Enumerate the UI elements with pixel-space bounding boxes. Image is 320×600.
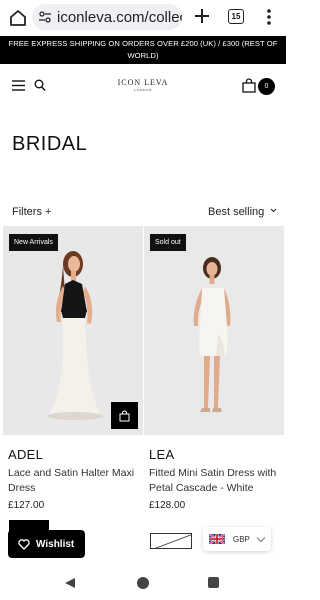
site-logo[interactable]: ICON LEVA LONDON bbox=[100, 78, 186, 92]
browser-toolbar: iconleva.com/collec 15 bbox=[0, 0, 286, 36]
currency-label: GBP bbox=[233, 534, 250, 544]
product-name[interactable]: LEA bbox=[144, 447, 284, 462]
kebab-icon[interactable] bbox=[264, 7, 274, 27]
back-icon[interactable] bbox=[64, 577, 76, 589]
tune-icon[interactable] bbox=[38, 10, 52, 24]
logo-main-text: ICON LEVA bbox=[117, 78, 169, 87]
product-badge: Sold out bbox=[150, 234, 186, 251]
system-navigation-bar bbox=[0, 565, 286, 600]
color-swatch-sold-out[interactable] bbox=[150, 533, 192, 549]
wishlist-button[interactable]: Wishlist bbox=[8, 530, 85, 558]
product-description[interactable]: Lace and Satin Halter Maxi Dress bbox=[3, 466, 143, 496]
cart-count-badge[interactable]: 0 bbox=[258, 78, 275, 95]
dress-photo-lea bbox=[144, 226, 284, 435]
site-header: ICON LEVA LONDON 0 bbox=[0, 64, 286, 108]
menu-icon[interactable] bbox=[12, 80, 25, 91]
sort-dropdown[interactable]: Best selling bbox=[208, 206, 277, 218]
url-text: iconleva.com/collec bbox=[57, 8, 182, 26]
product-price: £127.00 bbox=[8, 500, 45, 511]
quick-add-button[interactable] bbox=[111, 402, 138, 429]
address-bar[interactable]: iconleva.com/collec bbox=[32, 4, 182, 30]
chevron-down-icon bbox=[270, 208, 277, 213]
search-icon[interactable] bbox=[34, 79, 46, 92]
recents-icon[interactable] bbox=[208, 577, 219, 588]
product-description[interactable]: Fitted Mini Satin Dress with Petal Casca… bbox=[144, 466, 284, 496]
product-card[interactable]: New Arrivals ADEL Lace and Satin Halter … bbox=[3, 226, 143, 540]
page-title: BRIDAL bbox=[12, 133, 88, 155]
announcement-bar: FREE EXPRESS SHIPPING ON ORDERS OVER £20… bbox=[0, 36, 286, 64]
home-icon[interactable] bbox=[8, 8, 28, 28]
product-image[interactable]: New Arrivals bbox=[3, 226, 143, 435]
chevron-down-icon bbox=[256, 536, 266, 542]
currency-selector[interactable]: GBP bbox=[203, 527, 271, 551]
product-price: £128.00 bbox=[149, 500, 186, 511]
home-circle-icon[interactable] bbox=[137, 577, 149, 589]
sort-label: Best selling bbox=[208, 206, 265, 218]
wishlist-label: Wishlist bbox=[36, 538, 75, 550]
product-image[interactable]: Sold out bbox=[144, 226, 284, 435]
heart-icon bbox=[18, 538, 30, 550]
product-name[interactable]: ADEL bbox=[3, 447, 143, 462]
plus-icon[interactable] bbox=[193, 7, 211, 25]
tabs-icon[interactable]: 15 bbox=[228, 9, 244, 24]
strikethrough-icon bbox=[155, 534, 191, 548]
logo-sub-text: LONDON bbox=[134, 88, 152, 92]
bag-icon bbox=[119, 410, 130, 421]
product-badge: New Arrivals bbox=[9, 234, 58, 251]
uk-flag-icon bbox=[209, 534, 225, 544]
product-card[interactable]: Sold out LEA Fitted Mini Satin Dress wit… bbox=[144, 226, 284, 549]
bag-icon[interactable] bbox=[242, 78, 256, 93]
filters-button[interactable]: Filters + bbox=[12, 206, 51, 218]
